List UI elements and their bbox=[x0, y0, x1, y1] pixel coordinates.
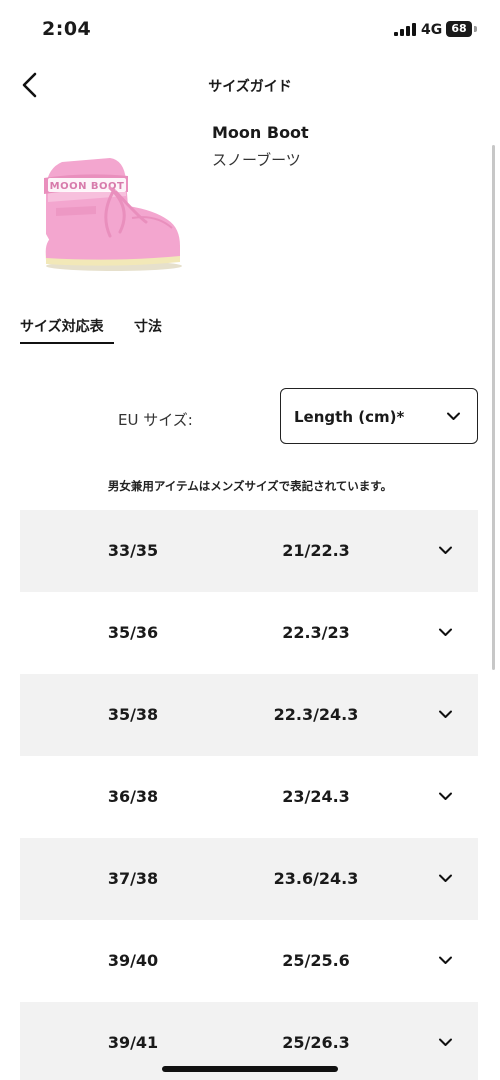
product-name: Moon Boot bbox=[212, 123, 309, 142]
chevron-down-icon[interactable] bbox=[438, 953, 453, 968]
size-row[interactable]: 37/38 23.6/24.3 bbox=[20, 838, 478, 920]
tab-dimensions[interactable]: 寸法 bbox=[134, 316, 162, 336]
chevron-down-icon[interactable] bbox=[438, 543, 453, 558]
signal-icon bbox=[394, 23, 416, 36]
eu-size-label: EU サイズ: bbox=[118, 411, 193, 429]
page-title: サイズガイド bbox=[208, 79, 292, 95]
chevron-down-icon[interactable] bbox=[438, 707, 453, 722]
length-cell: 22.3/23 bbox=[282, 623, 350, 642]
chevron-down-icon[interactable] bbox=[438, 1035, 453, 1050]
scrollbar[interactable] bbox=[492, 145, 495, 670]
length-cell: 25/25.6 bbox=[282, 951, 350, 970]
product-subtitle: スノーブーツ bbox=[212, 151, 301, 169]
battery-cap bbox=[474, 26, 477, 32]
unit-dropdown-value: Length (cm)* bbox=[294, 408, 405, 426]
chevron-down-icon[interactable] bbox=[438, 789, 453, 804]
tab-size-chart[interactable]: サイズ対応表 bbox=[20, 316, 104, 336]
battery-icon: 68 bbox=[446, 21, 472, 37]
size-row[interactable]: 36/38 23/24.3 bbox=[20, 756, 478, 838]
chevron-down-icon[interactable] bbox=[438, 871, 453, 886]
length-cell: 23.6/24.3 bbox=[273, 869, 359, 888]
active-tab-indicator bbox=[20, 342, 114, 344]
status-bar: 2:04 4G 68 bbox=[0, 0, 500, 60]
chevron-down-icon[interactable] bbox=[438, 625, 453, 640]
product-image: MOON BOOT bbox=[44, 158, 182, 271]
length-cell: 25/26.3 bbox=[282, 1033, 350, 1052]
length-cell: 22.3/24.3 bbox=[273, 705, 359, 724]
home-indicator[interactable] bbox=[162, 1066, 338, 1072]
unit-dropdown[interactable]: Length (cm)* bbox=[280, 388, 478, 444]
size-row[interactable]: 35/36 22.3/23 bbox=[20, 592, 478, 674]
size-guide-screen: 2:04 4G 68 サイズガイド MOON BOOT Moon Boot スノ… bbox=[0, 0, 500, 1080]
network-label: 4G bbox=[421, 22, 443, 38]
size-row[interactable]: 39/40 25/25.6 bbox=[20, 920, 478, 1002]
status-time: 2:04 bbox=[42, 18, 92, 40]
unisex-note: 男女兼用アイテムはメンズサイズで表記されています。 bbox=[107, 479, 393, 493]
length-cell: 21/22.3 bbox=[282, 541, 350, 560]
length-cell: 23/24.3 bbox=[282, 787, 350, 806]
size-row[interactable]: 35/38 22.3/24.3 bbox=[20, 674, 478, 756]
chevron-down-icon bbox=[447, 412, 460, 420]
size-row[interactable]: 33/35 21/22.3 bbox=[20, 510, 478, 592]
